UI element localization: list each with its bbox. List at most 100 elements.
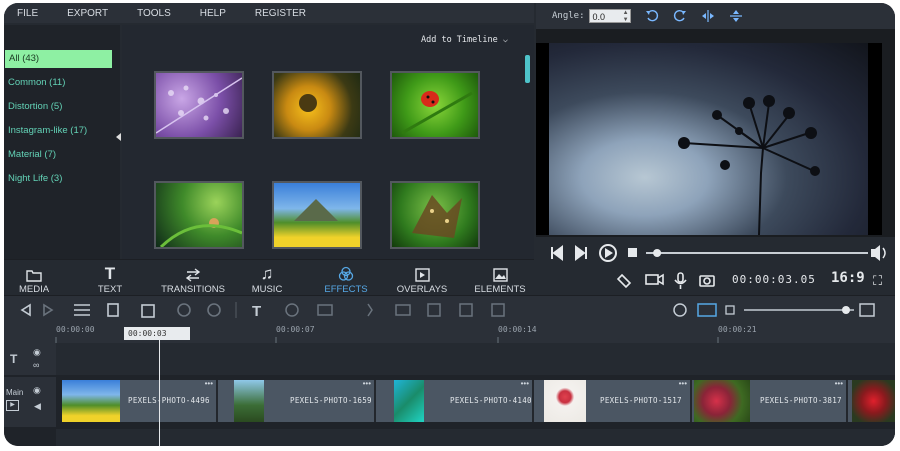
menu-help[interactable]: HELP	[200, 8, 226, 19]
tab-media[interactable]: MEDIA	[4, 260, 64, 295]
ruler-tick-label: 00:00:21	[718, 325, 757, 334]
category-material[interactable]: Material (7)	[4, 146, 120, 164]
undo-icon	[20, 303, 31, 317]
timeline-toolbar: T	[4, 295, 895, 323]
angle-value: 0.0	[592, 12, 606, 22]
text-track-header: T ◉ ∞	[4, 343, 56, 375]
player-controls-bar	[551, 244, 886, 289]
rotate-left-icon[interactable]	[645, 9, 659, 23]
tab-overlays[interactable]: OVERLAYS	[392, 260, 452, 295]
timeline-clip[interactable]: PEXELS-PHOTO-3817 •••	[692, 380, 848, 422]
add-text-icon: T	[252, 303, 261, 320]
main-track-label: Main	[6, 388, 24, 397]
menu-file[interactable]: FILE	[17, 8, 38, 19]
clip-more-icon[interactable]: •••	[521, 380, 529, 388]
add-to-timeline-label: Add to Timeline	[420, 35, 498, 45]
flip-vertical-icon[interactable]	[729, 9, 743, 23]
timeline-clip[interactable]: PEXELS-PHOTO-1517 •••	[534, 380, 692, 422]
category-night-life[interactable]: Night Life (3)	[4, 170, 120, 188]
timeline-toolbar-icons: T	[20, 302, 875, 320]
tab-elements[interactable]: ELEMENTS	[470, 260, 530, 295]
text-track-lane[interactable]	[56, 343, 895, 375]
flip-horizontal-icon[interactable]	[701, 9, 715, 23]
category-instagram-like[interactable]: Instagram-like (17)	[4, 122, 120, 140]
category-distortion[interactable]: Distortion (5)	[4, 98, 120, 116]
mosaic-icon	[459, 303, 473, 317]
next-frame-icon	[575, 245, 587, 261]
tab-effects[interactable]: EFFECTS	[316, 260, 376, 295]
library-tabs: MEDIA T TEXT TRANSITIONS ♫ MUSIC EFFECTS…	[4, 259, 534, 295]
clip-more-icon[interactable]: •••	[205, 380, 213, 388]
timecode-display: 00:00:03.05	[732, 273, 816, 286]
camera-record-icon	[645, 274, 659, 285]
angle-spinner-icon[interactable]: ▲ ▼	[623, 10, 629, 24]
fit-timeline-icon	[697, 303, 717, 317]
timeline-clip[interactable]: PEXELS-PHOTO-4140 •••	[376, 380, 534, 422]
video-track-icon: ▶	[6, 400, 19, 411]
video-preview[interactable]	[549, 43, 868, 235]
timeline-clip[interactable]	[848, 380, 895, 422]
clip-more-icon[interactable]: •••	[363, 380, 371, 388]
category-common[interactable]: Common (11)	[4, 74, 120, 92]
tab-music[interactable]: ♫ MUSIC	[237, 260, 297, 295]
chevron-down-icon: ⌵	[502, 35, 508, 45]
stop-icon	[628, 248, 637, 257]
effect-thumbnail[interactable]	[272, 71, 362, 139]
volume-icon[interactable]: ◀	[34, 401, 41, 412]
angle-input[interactable]: 0.0 ▲ ▼	[588, 9, 631, 24]
clip-more-icon[interactable]: •••	[679, 380, 687, 388]
fullscreen-icon[interactable]: ⛶	[873, 273, 882, 289]
microphone-icon	[677, 272, 684, 283]
rotate-right-icon[interactable]	[673, 9, 687, 23]
zoom-out-icon	[725, 305, 735, 315]
transitions-icon	[157, 260, 229, 282]
music-icon: ♫	[260, 264, 274, 283]
eye-icon[interactable]: ◉	[33, 385, 41, 396]
menu-register[interactable]: REGISTER	[255, 8, 306, 19]
text-track-icon: T	[10, 352, 18, 366]
progress-track	[646, 252, 868, 254]
speed-icon	[207, 303, 221, 317]
menu-export[interactable]: EXPORT	[67, 8, 108, 19]
aspect-ratio-button[interactable]: 16:9	[831, 270, 865, 286]
timeline-clip[interactable]: PEXELS-PHOTO-1659 •••	[218, 380, 376, 422]
crop-tool-icon	[427, 303, 441, 317]
effects-category-list: All (43) Common (11) Distortion (5) Inst…	[4, 25, 121, 259]
playhead-timecode[interactable]: 00:00:03	[124, 327, 190, 340]
zoom-slider-knob	[842, 306, 850, 314]
eye-icon[interactable]: ◉	[33, 347, 41, 358]
progress-knob	[653, 249, 662, 257]
effect-thumbnail[interactable]	[154, 71, 244, 139]
settings-icon	[74, 304, 90, 316]
angle-label: Angle:	[552, 11, 585, 21]
crop-icon	[177, 303, 191, 317]
player-controls: 00:00:03.05 16:9 ⛶	[536, 237, 895, 295]
snap-icon	[673, 303, 687, 317]
link-icon[interactable]: ∞	[33, 360, 39, 370]
collapse-sidebar-icon[interactable]	[116, 133, 121, 141]
motion-icon	[367, 303, 373, 317]
redo-icon	[43, 303, 54, 317]
timeline-clip[interactable]: PEXELS-PHOTO-4496 •••	[62, 380, 218, 422]
audio-track-lane[interactable]	[56, 429, 895, 446]
add-to-timeline-button[interactable]: Add to Timeline ⌵	[421, 35, 508, 45]
preview-toolbar: Angle: 0.0 ▲ ▼	[536, 3, 895, 29]
previous-frame-icon	[551, 245, 563, 261]
effect-thumbnail[interactable]	[154, 181, 244, 249]
clip-more-icon[interactable]: •••	[835, 380, 843, 388]
playhead-line[interactable]	[159, 339, 160, 446]
tab-text[interactable]: T TEXT	[80, 260, 140, 295]
tab-transitions[interactable]: TRANSITIONS	[157, 260, 229, 295]
duration-icon	[285, 303, 299, 317]
menu-tools[interactable]: TOOLS	[137, 8, 171, 19]
copy-icon	[107, 303, 119, 317]
play-triangle	[605, 248, 613, 258]
effect-thumbnail[interactable]	[272, 181, 362, 249]
effect-thumbnail[interactable]	[390, 181, 480, 249]
grid-scrollbar[interactable]	[525, 55, 530, 83]
category-all[interactable]: All (43)	[5, 50, 112, 68]
volume-icon	[871, 245, 886, 261]
green-screen-icon	[491, 303, 505, 317]
preview-panel	[536, 29, 895, 259]
effect-thumbnail[interactable]	[390, 71, 480, 139]
